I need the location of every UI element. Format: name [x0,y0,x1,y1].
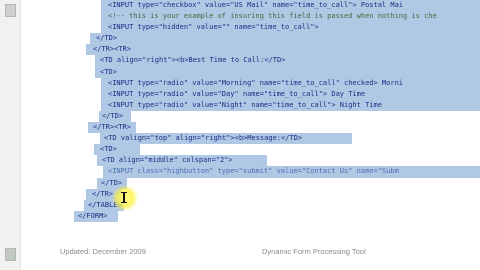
code-line[interactable]: <INPUT class="highbutton" type="submit" … [108,166,399,177]
code-line[interactable]: </TD> [102,111,123,122]
code-line[interactable]: <INPUT type="hidden" value="" name="time… [108,22,319,33]
mouse-cursor-icon [121,192,127,203]
code-line[interactable]: <TD> [100,67,117,78]
code-line[interactable]: </TR> [92,189,113,200]
code-line[interactable]: <TD align="right"><b>Best Time to Call:<… [100,55,285,66]
footer-title: Dynamic Form Processing Tool [262,247,366,256]
code-line[interactable]: <INPUT type="radio" value="Night" name="… [108,100,382,111]
code-line[interactable]: </FORM> [78,211,108,222]
code-line[interactable]: </TR><TR> [93,122,131,133]
footer-updated: Updated: December 2009 [60,247,146,256]
code-line[interactable]: </TR><TR> [93,44,131,55]
code-line[interactable]: <INPUT type="checkbox" value="US Mail" n… [108,0,403,11]
code-line[interactable]: <INPUT type="radio" value="Morning" name… [108,78,403,89]
cursor-highlight [112,185,138,211]
code-line[interactable]: <TD valign="top" align="right"><b>Messag… [104,133,302,144]
code-line[interactable]: <!-- this is your example of insuring th… [108,11,437,22]
code-line[interactable]: <INPUT type="radio" value="Day" name="ti… [108,89,365,100]
code-line[interactable]: </TD> [96,33,117,44]
code-editor[interactable]: <INPUT type="checkbox" value="US Mail" n… [0,0,480,222]
code-line[interactable]: <TD align="middle" colspan="2"> [102,155,233,166]
code-line[interactable]: <TD> [100,144,117,155]
